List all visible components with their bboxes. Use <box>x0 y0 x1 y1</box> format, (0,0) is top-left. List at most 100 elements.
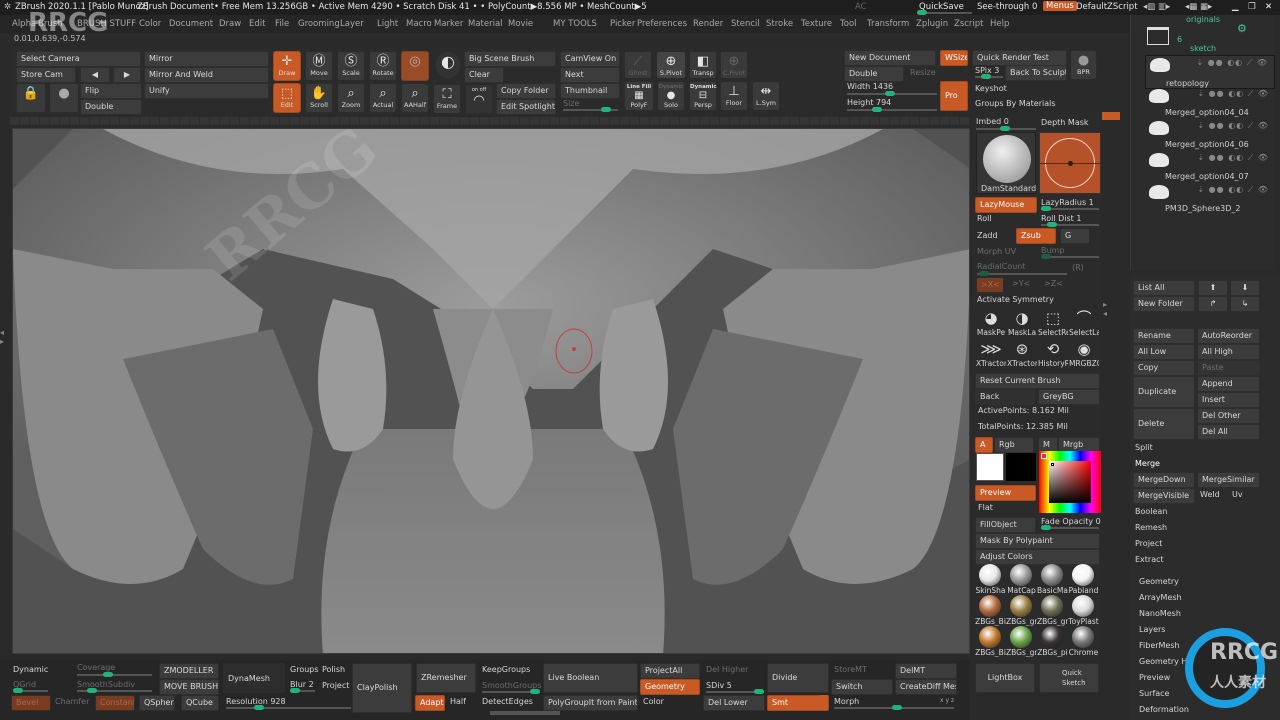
tool-section-surface[interactable]: Surface <box>1139 689 1169 698</box>
menu-transform[interactable]: Transform <box>867 19 909 29</box>
spivot-button[interactable]: ⊕ S.Pivot <box>656 51 686 79</box>
brush-preset-1[interactable]: ◑ MaskLa <box>1007 308 1037 338</box>
right-tray-toggle-icon[interactable]: ▸ ◂ <box>1103 300 1111 360</box>
radial-r-button[interactable]: (R) <box>1072 263 1084 272</box>
rename-button[interactable]: Rename <box>1133 328 1195 344</box>
layout-icon[interactable]: ◂▦ ▦▸ <box>1185 2 1212 12</box>
saturation-square[interactable] <box>1049 461 1091 503</box>
menu-zscript[interactable]: Zscript <box>954 19 984 29</box>
uv-button[interactable]: Uv <box>1232 490 1243 499</box>
menus-button[interactable]: Menus <box>1043 1 1077 11</box>
menu-light[interactable]: Light <box>377 19 398 29</box>
height-slider[interactable] <box>847 107 937 112</box>
geometry-button[interactable]: Geometry <box>640 679 700 695</box>
material-swatch[interactable]: ZBGs_gr <box>1037 595 1068 626</box>
subtool-item[interactable]: ⇣ ●● ◐◐ ⟋ 👁 Merged_option04_06 <box>1145 119 1275 149</box>
boolean-section[interactable]: Boolean <box>1135 507 1167 516</box>
menu-grooming[interactable]: Grooming <box>298 19 340 29</box>
live-boolean-button[interactable]: Live Boolean <box>543 663 638 693</box>
big-scene-brush-button[interactable]: Big Scene Brush <box>464 51 556 67</box>
del-mt-button[interactable]: DelMT <box>895 663 957 679</box>
spotlight-toggle[interactable]: on off ◠ <box>465 84 493 114</box>
folder-sketch-label[interactable]: sketch <box>1190 44 1216 53</box>
alpha-button[interactable]: A <box>975 437 993 453</box>
menu-color[interactable]: Color <box>139 19 161 29</box>
tool-section-deformation[interactable]: Deformation <box>1139 705 1189 714</box>
gizmo-button[interactable]: ◎ <box>401 51 429 81</box>
new-document-button[interactable]: New Document <box>844 50 936 66</box>
qsphere-button[interactable]: QSphere <box>139 695 175 711</box>
depth-mask-preview[interactable] <box>1039 132 1101 194</box>
groups-by-materials-label[interactable]: Groups By Materials <box>975 99 1056 108</box>
remesh-section[interactable]: Remesh <box>1135 523 1167 532</box>
constant-button[interactable]: Constant <box>95 695 135 711</box>
menu-texture[interactable]: Texture <box>801 19 832 29</box>
next-button[interactable]: Next <box>560 67 620 83</box>
mirror-and-weld-button[interactable]: Mirror And Weld <box>144 67 269 83</box>
subtool-visibility-icon[interactable]: ⇣ ●● ◐◐ ⟋ 👁 <box>1197 153 1269 163</box>
copy-button[interactable]: Copy <box>1133 360 1195 376</box>
lazyradius-slider[interactable] <box>1041 206 1099 211</box>
bump-slider[interactable] <box>1041 254 1099 259</box>
project-all-button[interactable]: ProjectAll <box>640 663 700 679</box>
quick-render-test-button[interactable]: Quick Render Test <box>972 50 1067 66</box>
imbed-slider[interactable] <box>976 126 1036 131</box>
tool-section-fibermesh[interactable]: FiberMesh <box>1139 641 1180 650</box>
next-camera-icon[interactable]: ▶ <box>113 67 141 83</box>
menu-marker[interactable]: Marker <box>434 19 463 29</box>
split-section[interactable]: Split <box>1135 443 1153 452</box>
bpr-button[interactable]: ● BPR <box>1070 50 1097 80</box>
material-swatch[interactable]: Pabland <box>1068 564 1099 595</box>
menu-material[interactable]: Material <box>468 19 503 29</box>
clear-button[interactable]: Clear <box>464 67 504 83</box>
back-to-sculpt-button[interactable]: Back To Sculpt <box>1005 65 1067 81</box>
menu-layer[interactable]: Layer <box>340 19 364 29</box>
all-low-button[interactable]: All Low <box>1133 344 1195 360</box>
edit-button[interactable]: ⬚ Edit <box>273 83 301 113</box>
chamfer-button[interactable]: Chamfer <box>55 697 89 706</box>
select-camera-button[interactable]: Select Camera <box>16 51 141 67</box>
menu-picker[interactable]: Picker <box>610 19 635 29</box>
scroll-left-icon[interactable]: ◂▥ ▥▸ <box>1143 2 1170 12</box>
store-cam-button[interactable]: Store Cam <box>16 67 76 83</box>
menu-document[interactable]: Document <box>169 19 213 29</box>
scale-button[interactable]: Ⓢ Scale <box>337 51 365 81</box>
switch-button[interactable]: Switch <box>831 679 893 695</box>
polygroupit-button[interactable]: PolyGroupIt from Paint <box>543 695 638 711</box>
sdiv-slider[interactable] <box>706 689 764 694</box>
sphere-preview-button[interactable]: ● <box>49 83 79 113</box>
shelf-resize-handle[interactable] <box>490 711 560 715</box>
material-swatch[interactable]: Chrome <box>1068 626 1099 657</box>
double-button[interactable]: Double <box>80 99 142 115</box>
spotlight-button[interactable]: ◐ <box>435 51 461 79</box>
menu-render[interactable]: Render <box>693 19 723 29</box>
move-button[interactable]: Ⓜ Move <box>305 51 333 81</box>
dynamesh-button[interactable]: DynaMesh <box>223 663 285 693</box>
folder-originals-label[interactable]: originals <box>1186 15 1220 24</box>
lock-camera-button[interactable]: 🔒 <box>16 83 46 113</box>
morph-uv-button[interactable]: Morph UV <box>977 247 1016 256</box>
minimize-icon[interactable]: ▁ <box>1232 2 1239 12</box>
roll-dist-slider[interactable] <box>1041 222 1099 227</box>
frame-button[interactable]: ⛶ Frame <box>433 84 461 114</box>
ghost-button[interactable]: ⟋ Ghost <box>624 51 652 79</box>
merge-visible-button[interactable]: MergeVisible <box>1133 488 1195 504</box>
subtool-visibility-icon[interactable]: ⇣ ●● ◐◐ ⟋ 👁 <box>1197 89 1269 99</box>
morph-slider[interactable] <box>834 705 954 710</box>
zmodeller-button[interactable]: ZMODELLER <box>159 663 219 679</box>
coverage-slider[interactable] <box>77 672 152 677</box>
tool-section-preview[interactable]: Preview <box>1139 673 1170 682</box>
del-other-button[interactable]: Del Other <box>1197 408 1260 424</box>
roll-button[interactable]: Roll <box>977 214 992 223</box>
lsym-button[interactable]: ⇹ L.Sym <box>752 81 780 111</box>
wsize-button[interactable]: WSize <box>940 50 968 66</box>
zremesher-button[interactable]: ZRemesher <box>416 663 476 693</box>
project-section[interactable]: Project <box>1135 539 1162 548</box>
folder-icon[interactable] <box>1147 27 1169 45</box>
store-mt-button[interactable]: StoreMT <box>834 665 867 674</box>
claypolish-button[interactable]: ClayPolish <box>352 663 412 713</box>
move-brush-button[interactable]: MOVE BRUSH <box>159 679 219 695</box>
brush-preset-6[interactable]: ⟲ HistoryR <box>1038 339 1068 369</box>
subtool-visibility-icon[interactable]: ⇣ ●● ◐◐ ⟋ 👁 <box>1197 121 1269 131</box>
paste-button[interactable]: Paste <box>1197 360 1260 376</box>
